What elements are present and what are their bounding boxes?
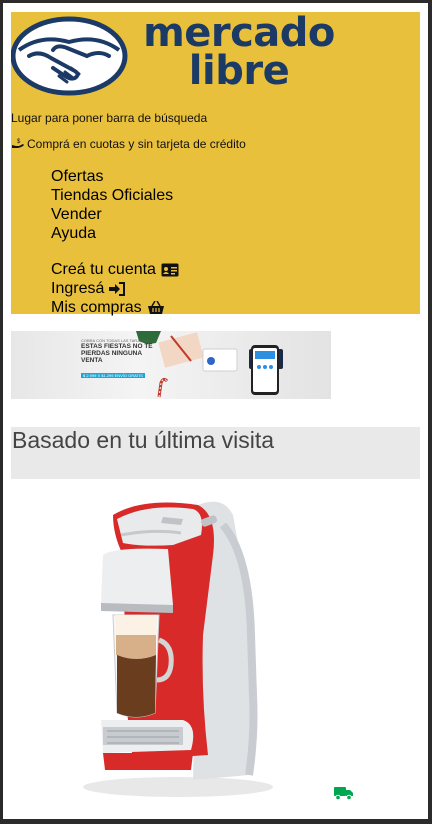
nav-offers[interactable]: Ofertas xyxy=(51,167,173,186)
promo-text: Comprá en cuotas y sin tarjeta de crédit… xyxy=(27,137,246,151)
mercadolibre-logo[interactable]: mercado libre xyxy=(11,12,341,102)
header: mercado libre Lugar para poner barra de … xyxy=(11,12,420,317)
promo-banner[interactable]: COBRA CON TODAS LAS TARJETAS ESTAS FIEST… xyxy=(11,331,331,399)
sign-in-icon xyxy=(109,281,126,296)
my-purchases-link[interactable]: Mis compras xyxy=(51,298,179,317)
logo-wordmark: mercado libre xyxy=(139,10,339,94)
shopping-basket-icon xyxy=(147,300,164,314)
installments-promo[interactable]: $ Comprá en cuotas y sin tarjeta de créd… xyxy=(11,137,246,151)
section-title: Basado en tu última visita xyxy=(12,427,275,453)
create-account-link[interactable]: Creá tu cuenta xyxy=(51,260,179,279)
banner-tag: $ 2.999 X $1.299 ENVÍO GRATIS xyxy=(81,373,145,378)
login-link[interactable]: Ingresá xyxy=(51,279,179,298)
page: mercado libre Lugar para poner barra de … xyxy=(3,3,428,819)
recent-visit-section: Basado en tu última visita xyxy=(11,427,420,479)
id-card-icon xyxy=(161,263,179,276)
nav-help[interactable]: Ayuda xyxy=(51,224,173,243)
handshake-logo-icon xyxy=(11,16,128,96)
account-nav: Creá tu cuenta Ingresá Mis compras xyxy=(51,260,179,317)
product-image[interactable] xyxy=(73,495,293,805)
banner-headline: ESTAS FIESTAS NO TE PIERDAS NINGUNA VENT… xyxy=(81,343,153,364)
search-bar-placeholder[interactable]: Lugar para poner barra de búsqueda xyxy=(11,111,207,125)
logo-word-2: libre xyxy=(188,48,290,94)
nav-sell[interactable]: Vender xyxy=(51,205,173,224)
main-nav: Ofertas Tiendas Oficiales Vender Ayuda xyxy=(51,167,173,243)
banner-image-icon xyxy=(136,331,283,398)
free-shipping-truck-icon xyxy=(334,787,353,801)
create-account-label: Creá tu cuenta xyxy=(51,261,156,278)
logo-word-1: mercado xyxy=(143,10,335,56)
nav-official-stores[interactable]: Tiendas Oficiales xyxy=(51,186,173,205)
svg-text:$: $ xyxy=(17,139,21,145)
login-label: Ingresá xyxy=(51,280,105,297)
hand-money-icon: $ xyxy=(12,139,24,148)
my-purchases-label: Mis compras xyxy=(51,299,142,316)
